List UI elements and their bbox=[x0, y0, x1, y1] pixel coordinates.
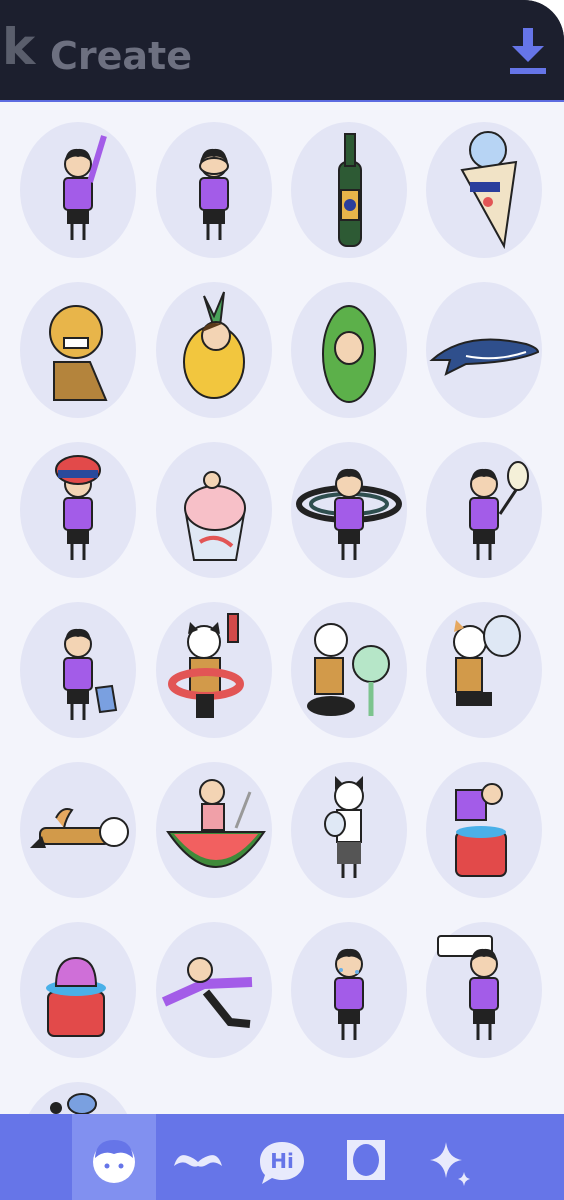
dog-lying-down-illustration bbox=[30, 808, 129, 848]
sparkle-icon bbox=[430, 1142, 470, 1186]
sticker-girl-with-hat[interactable] bbox=[20, 442, 136, 578]
sticker-whale-shark[interactable] bbox=[426, 282, 542, 418]
sticker-girl-with-bucket[interactable] bbox=[20, 602, 136, 738]
sticker-cat-girl-with-fan[interactable] bbox=[291, 762, 407, 898]
sticker-wine-bottle[interactable] bbox=[291, 122, 407, 258]
partial-sticker-illustration bbox=[50, 1093, 97, 1115]
head-in-bucket-illustration bbox=[46, 956, 106, 1037]
tab-text[interactable]: Hi bbox=[240, 1114, 324, 1200]
sticker-dog-lying-down[interactable] bbox=[20, 762, 136, 898]
sticker-person-with-fan[interactable] bbox=[291, 602, 407, 738]
person-with-fan-illustration bbox=[307, 623, 390, 716]
sticker-girl-covering-face[interactable] bbox=[156, 122, 272, 258]
tab-mustache[interactable] bbox=[156, 1114, 240, 1200]
person-under-air-conditioner-illustration bbox=[437, 935, 499, 1040]
sticker-girl-pointing-up[interactable] bbox=[20, 122, 136, 258]
sticker-lion-dance-costume[interactable] bbox=[20, 282, 136, 418]
download-icon bbox=[510, 28, 546, 74]
sticker-partial-sticker[interactable] bbox=[20, 1082, 136, 1116]
tab-face[interactable] bbox=[72, 1114, 156, 1200]
girl-with-hat-illustration bbox=[55, 455, 101, 560]
girl-in-mosquito-coil-illustration bbox=[296, 468, 402, 560]
man-in-watermelon-illustration bbox=[166, 779, 266, 868]
header: k Create bbox=[0, 0, 564, 100]
sticker-person-under-air-conditioner[interactable] bbox=[426, 922, 542, 1058]
cat-girl-with-fan-illustration bbox=[324, 776, 364, 878]
sticker-sweaty-girl[interactable] bbox=[291, 922, 407, 1058]
face-icon bbox=[93, 1140, 135, 1183]
bottom-tab-bar: Hi bbox=[0, 1114, 564, 1200]
sticker-girl-in-mosquito-coil[interactable] bbox=[291, 442, 407, 578]
sticker-ice-cream-cone[interactable] bbox=[426, 122, 542, 258]
person-floating-illustration bbox=[161, 957, 253, 1028]
whale-shark-illustration bbox=[429, 338, 540, 376]
sticker-bitter-melon-face[interactable] bbox=[291, 282, 407, 418]
bitter-melon-face-illustration bbox=[322, 305, 376, 403]
download-button[interactable] bbox=[508, 26, 548, 78]
wine-bottle-illustration bbox=[338, 133, 362, 247]
tab-sparkle[interactable] bbox=[408, 1114, 492, 1200]
app-letter: k bbox=[2, 18, 35, 76]
sticker-person-floating[interactable] bbox=[156, 922, 272, 1058]
girl-covering-face-illustration bbox=[199, 148, 229, 240]
tab-frame[interactable] bbox=[324, 1114, 408, 1200]
page-title: Create bbox=[50, 34, 192, 78]
ice-cream-cone-illustration bbox=[460, 131, 518, 250]
sticker-shaved-ice[interactable] bbox=[156, 442, 272, 578]
frame-icon bbox=[347, 1140, 385, 1180]
lion-dance-costume-illustration bbox=[49, 305, 108, 401]
shaved-ice-illustration bbox=[184, 471, 246, 561]
sticker-person-splashing-water[interactable] bbox=[426, 762, 542, 898]
girl-pointing-up-illustration bbox=[63, 135, 107, 240]
person-splashing-water-illustration bbox=[455, 783, 507, 877]
sweaty-girl-illustration bbox=[334, 948, 364, 1040]
mustache-icon bbox=[174, 1155, 222, 1167]
sticker-pineapple-face[interactable] bbox=[156, 282, 272, 418]
sticker-grid-area bbox=[0, 100, 564, 1116]
sticker-girl-with-fly-swatter[interactable] bbox=[426, 442, 542, 578]
sticker-head-in-bucket[interactable] bbox=[20, 922, 136, 1058]
dog-with-hand-fan-illustration bbox=[453, 615, 521, 706]
girl-with-fly-swatter-illustration bbox=[469, 461, 529, 560]
sticker-dog-with-water-gun[interactable] bbox=[156, 602, 272, 738]
sticker-man-in-watermelon[interactable] bbox=[156, 762, 272, 898]
girl-with-bucket-illustration bbox=[63, 628, 118, 720]
tab-text-label: Hi bbox=[270, 1149, 294, 1173]
sticker-dog-with-hand-fan[interactable] bbox=[426, 602, 542, 738]
app-frame: k Create Hi bbox=[0, 0, 564, 1200]
pineapple-face-illustration bbox=[183, 291, 245, 399]
dog-with-water-gun-illustration bbox=[168, 613, 244, 718]
